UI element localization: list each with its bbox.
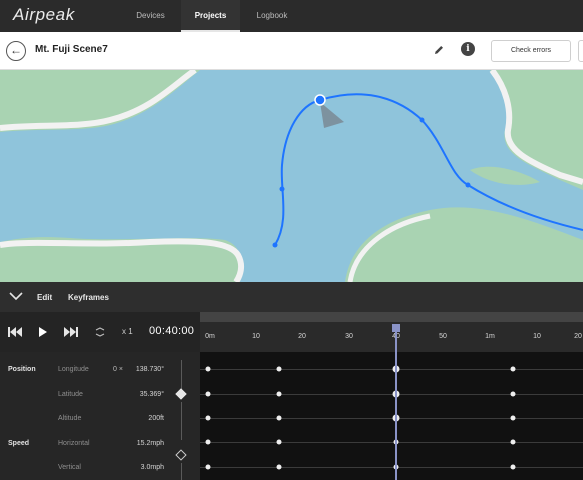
keyframe-dot[interactable] — [205, 366, 211, 372]
arrow-left-icon: ← — [10, 43, 22, 57]
group-divider — [181, 360, 182, 390]
altitude-track[interactable] — [200, 418, 583, 419]
tab-logbook[interactable]: Logbook — [248, 0, 296, 32]
keyframe-dot[interactable] — [510, 439, 516, 445]
tick-label: 0m — [205, 333, 215, 340]
keyframe-dot[interactable] — [510, 366, 516, 372]
play-icon[interactable] — [38, 326, 48, 338]
keyframe-panel-header: Edit Keyframes — [0, 282, 583, 312]
keyframe-dot[interactable] — [276, 391, 282, 397]
keyframe-timeline[interactable]: 0m 10 20 30 40 50 1m 10 20 — [200, 312, 583, 480]
app-logo: Airpeak — [13, 5, 75, 24]
ruler-scrub-bar[interactable] — [200, 312, 583, 322]
keyframe-dot[interactable] — [510, 391, 516, 397]
param-latitude-value[interactable]: 35.369° — [140, 391, 164, 398]
keyframe-dot[interactable] — [276, 464, 282, 470]
speed-keyframe-toggle[interactable] — [175, 449, 187, 461]
param-latitude-label: Latitude — [58, 391, 83, 398]
param-vertical-label: Vertical — [58, 464, 81, 471]
keyframe-dot[interactable] — [510, 464, 516, 470]
overflow-button[interactable] — [578, 40, 583, 62]
param-horizontal-value[interactable]: 15.2mph — [137, 440, 164, 447]
map-canvas[interactable] — [0, 70, 583, 282]
group-position: Position — [8, 366, 36, 373]
waypoint[interactable] — [272, 242, 278, 248]
keyframe-dot[interactable] — [276, 366, 282, 372]
scene-title: Mt. Fuji Scene7 — [35, 44, 108, 55]
group-speed: Speed — [8, 440, 30, 447]
skip-back-icon[interactable] — [8, 326, 22, 338]
tick-label: 10 — [533, 333, 541, 340]
position-keyframe-toggle[interactable] — [175, 388, 187, 400]
back-button[interactable]: ← — [6, 41, 26, 61]
keyframe-dot[interactable] — [205, 464, 211, 470]
param-longitude-value[interactable]: 138.730° — [136, 366, 164, 373]
param-altitude-value[interactable]: 200ft — [148, 415, 164, 422]
longitude-track[interactable] — [200, 369, 583, 370]
flight-map[interactable] — [0, 70, 583, 282]
info-icon[interactable]: i — [461, 42, 475, 56]
tab-projects[interactable]: Projects — [181, 0, 240, 32]
time-ruler[interactable]: 0m 10 20 30 40 50 1m 10 20 — [200, 312, 583, 352]
keyframe-dot[interactable] — [205, 439, 211, 445]
group-divider — [181, 402, 182, 440]
keyframe-dot[interactable] — [205, 415, 211, 421]
keyframe-parameters: Position Speed Longitude 0 × 138.730° La… — [0, 352, 200, 480]
vertical-speed-track[interactable] — [200, 467, 583, 468]
latitude-track[interactable] — [200, 394, 583, 395]
tick-label: 20 — [298, 333, 306, 340]
skip-forward-icon[interactable] — [64, 326, 78, 338]
tick-label: 50 — [439, 333, 447, 340]
horizontal-speed-track[interactable] — [200, 442, 583, 443]
check-errors-button[interactable]: Check errors — [491, 40, 571, 62]
group-divider — [181, 463, 182, 480]
playback-speed[interactable]: x 1 — [122, 327, 133, 336]
waypoint[interactable] — [465, 182, 471, 188]
param-longitude-label: Longitude — [58, 366, 89, 373]
drone-position-marker[interactable] — [314, 94, 326, 106]
param-vertical-value[interactable]: 3.0mph — [141, 464, 164, 471]
waypoint[interactable] — [279, 186, 285, 192]
param-horizontal-label: Horizontal — [58, 440, 90, 447]
playhead[interactable] — [395, 324, 397, 480]
param-longitude-prefix: 0 × — [113, 366, 123, 373]
keyframe-dot[interactable] — [205, 391, 211, 397]
tick-label: 20 — [574, 333, 582, 340]
keyframe-dot[interactable] — [276, 415, 282, 421]
keyframes-tab[interactable]: Keyframes — [68, 293, 109, 302]
loop-icon[interactable] — [94, 326, 106, 338]
current-time: 00:40:00 — [149, 325, 195, 337]
keyframe-dot[interactable] — [276, 439, 282, 445]
pencil-icon[interactable] — [433, 44, 445, 56]
tick-label: 30 — [345, 333, 353, 340]
tick-label: 10 — [252, 333, 260, 340]
edit-tab[interactable]: Edit — [37, 293, 52, 302]
waypoint[interactable] — [419, 117, 425, 123]
chevron-down-icon[interactable] — [9, 291, 23, 301]
param-altitude-label: Altitude — [58, 415, 82, 422]
playback-controls: x 1 00:40:00 — [0, 312, 200, 352]
project-title-bar: ← Mt. Fuji Scene7 i Check errors — [0, 32, 583, 70]
tick-label: 1m — [485, 333, 495, 340]
tab-devices[interactable]: Devices — [128, 0, 173, 32]
keyframe-dot[interactable] — [510, 415, 516, 421]
top-navigation: Airpeak Devices Projects Logbook — [0, 0, 583, 32]
